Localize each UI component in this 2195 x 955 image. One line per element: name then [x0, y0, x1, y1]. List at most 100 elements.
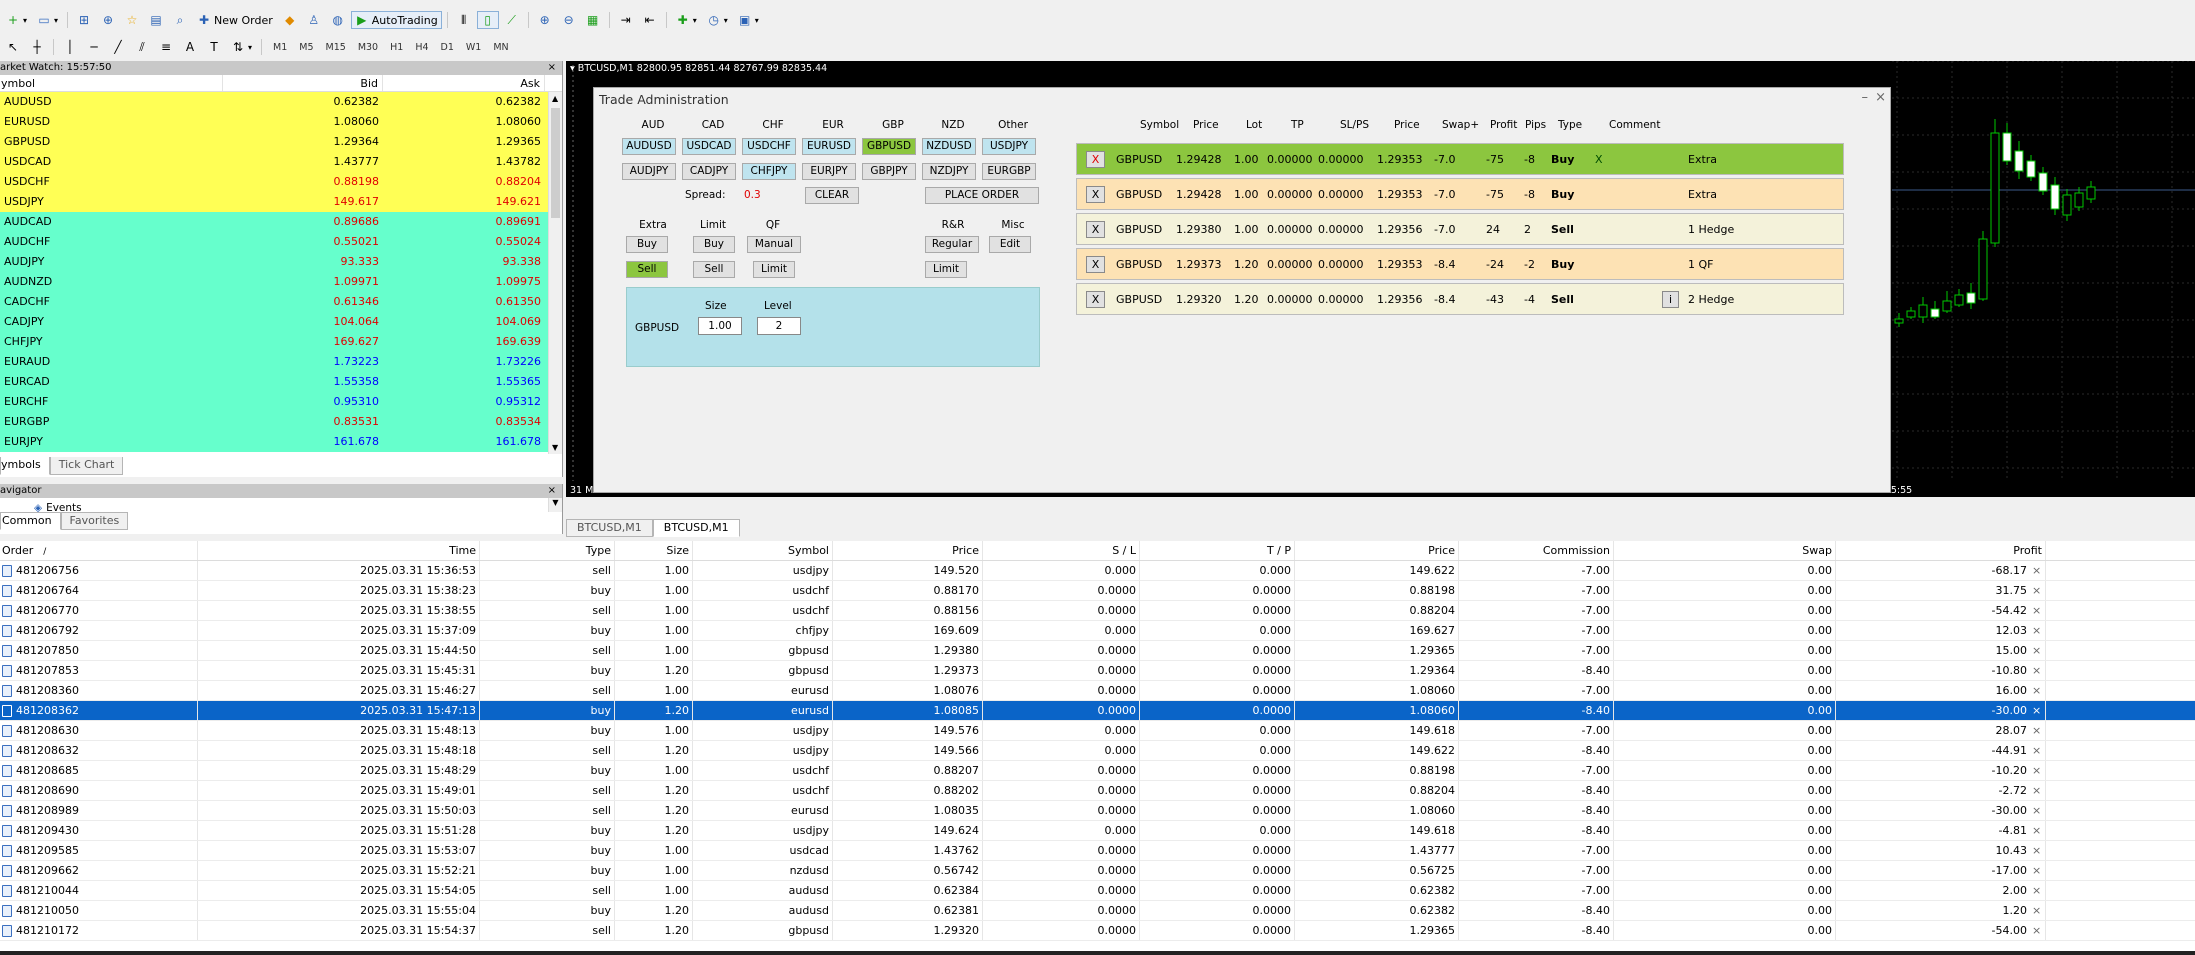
close-order-icon[interactable]: ×	[2032, 621, 2041, 640]
pair-button-nzdusd[interactable]: NZDUSD	[922, 138, 976, 155]
trade-row[interactable]: X GBPUSD 1.29320 1.20 0.00000 0.00000 1.29356-…	[1076, 283, 1844, 315]
extra-buy-button[interactable]: Buy	[626, 236, 668, 253]
close-order-icon[interactable]: ×	[2032, 861, 2041, 880]
pair-button-cadjpy[interactable]: CADJPY	[682, 163, 736, 180]
order-row[interactable]: 481208989 2025.03.31 15:50:03 sell 1.20 euru…	[0, 801, 2195, 821]
col-order[interactable]: Order /	[0, 541, 198, 560]
market-watch-row[interactable]: CADJPY 104.064 104.069	[0, 312, 549, 332]
tab-common[interactable]: Common	[0, 513, 61, 530]
order-row[interactable]: 481208685 2025.03.31 15:48:29 buy 1.00 usdch…	[0, 761, 2195, 781]
extra-sell-button[interactable]: Sell	[626, 261, 668, 278]
level-input[interactable]: 2	[757, 317, 801, 335]
navigator-scroll-down[interactable]: ▼	[548, 498, 562, 512]
close-trade-button[interactable]: X	[1086, 256, 1105, 273]
zoom-in-button[interactable]: ⊕	[534, 11, 556, 29]
col-profit[interactable]: Profit	[1836, 541, 2046, 560]
autotrading-button[interactable]: ▶ AutoTrading	[350, 11, 442, 29]
trade-flag[interactable]: X	[1595, 153, 1603, 166]
market-watch-row[interactable]: AUDCHF 0.55021 0.55024	[0, 232, 549, 252]
market-watch-row[interactable]: AUDCAD 0.89686 0.89691	[0, 212, 549, 232]
order-row[interactable]: 481206764 2025.03.31 15:38:23 buy 1.00 usdch…	[0, 581, 2195, 601]
pair-button-gbpjpy[interactable]: GBPJPY	[862, 163, 916, 180]
new-order-button[interactable]: ✚ New Order	[193, 11, 277, 29]
bar-chart-button[interactable]: ⫴	[453, 11, 475, 29]
close-icon[interactable]: ×	[548, 61, 556, 75]
close-icon[interactable]: ×	[548, 484, 556, 498]
rr-limit-button[interactable]: Limit	[925, 261, 967, 278]
place-order-button[interactable]: PLACE ORDER	[925, 187, 1039, 204]
timeframe-w1[interactable]: W1	[460, 39, 487, 56]
order-row[interactable]: 481207850 2025.03.31 15:44:50 sell 1.00 gbpu…	[0, 641, 2195, 661]
market-watch-row[interactable]: GBPUSD 1.29364 1.29365	[0, 132, 549, 152]
col-size[interactable]: Size	[615, 541, 693, 560]
timeframe-m5[interactable]: M5	[293, 39, 319, 56]
tester-toggle[interactable]: ⌕	[169, 11, 191, 29]
close-order-icon[interactable]: ×	[2032, 801, 2041, 820]
col-time[interactable]: Time	[198, 541, 480, 560]
close-order-icon[interactable]: ×	[2032, 781, 2041, 800]
pair-button-audjpy[interactable]: AUDJPY	[622, 163, 676, 180]
close-trade-button[interactable]: X	[1086, 221, 1105, 238]
timeframe-m15[interactable]: M15	[320, 39, 352, 56]
market-watch-row[interactable]: AUDNZD 1.09971 1.09975	[0, 272, 549, 292]
tab-symbols[interactable]: ymbols	[0, 457, 50, 475]
timeframe-h4[interactable]: H4	[409, 39, 434, 56]
timeframe-mn[interactable]: MN	[487, 39, 514, 56]
candlestick-button[interactable]: ▯	[476, 11, 499, 29]
col-type[interactable]: Type	[480, 541, 615, 560]
market-watch-toggle[interactable]: ⊞	[73, 11, 95, 29]
order-row[interactable]: 481208362 2025.03.31 15:47:13 buy 1.20 eurus…	[0, 701, 2195, 721]
zoom-out-button[interactable]: ⊖	[558, 11, 580, 29]
close-order-icon[interactable]: ×	[2032, 581, 2041, 600]
vertical-line-button[interactable]: │	[59, 38, 81, 56]
order-row[interactable]: 481209430 2025.03.31 15:51:28 buy 1.20 usdjp…	[0, 821, 2195, 841]
info-button[interactable]: i	[1662, 291, 1679, 308]
close-order-icon[interactable]: ×	[2032, 561, 2041, 580]
timeframe-m1[interactable]: M1	[267, 39, 293, 56]
close-order-icon[interactable]: ×	[2032, 641, 2041, 660]
pair-button-chfjpy[interactable]: CHFJPY	[742, 163, 796, 180]
indicators-button[interactable]: ✚ ▾	[672, 11, 701, 29]
trade-row[interactable]: X GBPUSD 1.29373 1.20 0.00000 0.00000 1.29353-…	[1076, 248, 1844, 280]
trade-row[interactable]: X GBPUSD 1.29380 1.00 0.00000 0.00000 1.29356-…	[1076, 213, 1844, 245]
chart-shift-button[interactable]: ⇥	[615, 11, 637, 29]
terminal-toggle[interactable]: ▤	[145, 11, 167, 29]
close-order-icon[interactable]: ×	[2032, 901, 2041, 920]
market-watch-row[interactable]: CADCHF 0.61346 0.61350	[0, 292, 549, 312]
tile-windows-button[interactable]: ▦	[582, 11, 604, 29]
pair-button-eurgbp[interactable]: EURGBP	[982, 163, 1036, 180]
order-row[interactable]: 481209585 2025.03.31 15:53:07 buy 1.00 usdca…	[0, 841, 2195, 861]
close-order-icon[interactable]: ×	[2032, 661, 2041, 680]
market-watch-row[interactable]: EURGBP 0.83531 0.83534	[0, 412, 549, 432]
market-watch-row[interactable]: CHFJPY 169.627 169.639	[0, 332, 549, 352]
market-watch-row[interactable]: USDJPY 149.617 149.621	[0, 192, 549, 212]
pair-button-usdjpy[interactable]: USDJPY	[982, 138, 1036, 155]
crosshair-button[interactable]: ┼	[26, 38, 48, 56]
navigator-events-item[interactable]: ◈ Events	[34, 502, 82, 512]
order-row[interactable]: 481207853 2025.03.31 15:45:31 buy 1.20 gbpus…	[0, 661, 2195, 681]
close-trade-button[interactable]: X	[1086, 151, 1105, 168]
metaeditor-button[interactable]: ◆	[279, 11, 301, 29]
col-swap[interactable]: Swap	[1614, 541, 1836, 560]
market-watch-row[interactable]: AUDUSD 0.62382 0.62382	[0, 92, 549, 112]
col-symbol[interactable]: Symbol	[693, 541, 833, 560]
signals-button[interactable]: ♙	[303, 11, 325, 29]
market-watch-row[interactable]: EURCAD 1.55358 1.55365	[0, 372, 549, 392]
trendline-button[interactable]: ╱	[107, 38, 129, 56]
order-row[interactable]: 481208690 2025.03.31 15:49:01 sell 1.20 usdc…	[0, 781, 2195, 801]
rr-regular-button[interactable]: Regular	[925, 236, 979, 253]
close-order-icon[interactable]: ×	[2032, 601, 2041, 620]
clear-button[interactable]: CLEAR	[805, 187, 859, 204]
order-row[interactable]: 481210050 2025.03.31 15:55:04 buy 1.20 audus…	[0, 901, 2195, 921]
col-sl[interactable]: S / L	[983, 541, 1140, 560]
market-watch-row[interactable]: USDCHF 0.88198 0.88204	[0, 172, 549, 192]
fibonacci-button[interactable]: ≡	[155, 38, 177, 56]
pair-button-eurjpy[interactable]: EURJPY	[802, 163, 856, 180]
size-input[interactable]: 1.00	[698, 317, 742, 335]
col-tp[interactable]: T / P	[1140, 541, 1295, 560]
order-row[interactable]: 481208630 2025.03.31 15:48:13 buy 1.00 usdjp…	[0, 721, 2195, 741]
close-order-icon[interactable]: ×	[2032, 761, 2041, 780]
market-watch-row[interactable]: EURAUD 1.73223 1.73226	[0, 352, 549, 372]
col-ask[interactable]: Ask	[383, 75, 545, 91]
col-commission[interactable]: Commission	[1459, 541, 1614, 560]
